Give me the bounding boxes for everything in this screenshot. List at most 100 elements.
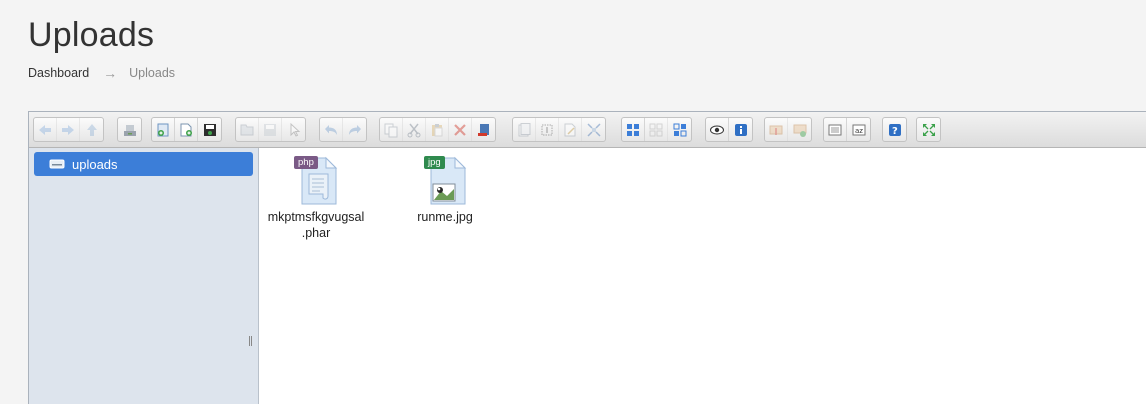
edit-button[interactable] — [559, 118, 582, 141]
resize-icon — [586, 122, 601, 137]
select-button[interactable] — [282, 118, 305, 141]
toolbar-group-clipboard — [379, 117, 496, 142]
redo-button[interactable] — [343, 118, 366, 141]
list-view-icon — [828, 124, 842, 135]
toolbar-group-fullscreen — [916, 117, 941, 142]
copy-icon — [384, 123, 398, 137]
svg-text:?: ? — [892, 126, 898, 137]
forward-button[interactable] — [57, 118, 80, 141]
toolbar-group-open — [235, 117, 306, 142]
home-button[interactable] — [118, 118, 141, 141]
file-list: php mkptmsfkgvugsal .phar jpg runme.jpg — [260, 148, 1146, 404]
toolbar-group-inspect — [705, 117, 753, 142]
extract-button[interactable] — [765, 118, 788, 141]
tree-item-label: uploads — [72, 156, 118, 172]
new-file-icon — [180, 123, 192, 136]
archive-icon — [793, 124, 806, 137]
back-button[interactable] — [34, 118, 57, 141]
extract-icon — [769, 125, 783, 135]
duplicate-icon — [518, 122, 531, 136]
upload-button[interactable] — [152, 118, 175, 141]
toolbar-group-edit — [512, 117, 606, 142]
rename-button[interactable] — [536, 118, 559, 141]
toolbar-group-archive — [764, 117, 812, 142]
select-icon — [290, 122, 300, 137]
paste-icon — [432, 123, 443, 136]
list-view-button[interactable] — [824, 118, 847, 141]
save-icon — [203, 123, 216, 136]
invert-selection-button[interactable] — [668, 118, 691, 141]
page-title: Uploads — [28, 16, 155, 54]
copy-button[interactable] — [380, 118, 403, 141]
help-icon: ? — [888, 123, 901, 137]
breadcrumb-current: Uploads — [129, 66, 176, 80]
sort-icon: az — [852, 124, 865, 135]
toolbar-group-create — [151, 117, 222, 142]
open-icon — [240, 124, 254, 135]
select-none-button[interactable] — [645, 118, 668, 141]
redo-icon — [348, 124, 361, 135]
edit-icon — [564, 123, 576, 136]
delete-button[interactable] — [449, 118, 472, 141]
undo-icon — [325, 124, 337, 135]
new-file-button[interactable] — [175, 118, 198, 141]
sidebar-resize-handle[interactable] — [248, 336, 254, 348]
file-type-badge: php — [294, 156, 318, 169]
fullscreen-icon — [922, 123, 935, 136]
svg-text:az: az — [855, 127, 863, 135]
breadcrumb-separator: → — [103, 65, 118, 81]
cut-icon — [407, 123, 421, 137]
invert-selection-icon — [673, 123, 686, 136]
fullscreen-button[interactable] — [917, 118, 940, 141]
delete-icon — [454, 123, 466, 136]
tree-item-uploads[interactable]: uploads — [34, 152, 253, 176]
save-button[interactable] — [198, 118, 221, 141]
resize-button[interactable] — [582, 118, 605, 141]
preview-icon — [710, 125, 724, 134]
select-all-button[interactable] — [622, 118, 645, 141]
open-button[interactable] — [236, 118, 259, 141]
select-none-icon — [649, 123, 663, 136]
cut-button[interactable] — [403, 118, 426, 141]
archive-button[interactable] — [788, 118, 811, 141]
download-icon — [264, 123, 276, 136]
rename-icon — [541, 124, 553, 135]
empty-button[interactable] — [472, 118, 495, 141]
toolbar-group-home — [117, 117, 142, 142]
file-type-badge: jpg — [424, 156, 445, 169]
toolbar-group-help: ? — [882, 117, 907, 142]
drive-icon — [49, 159, 65, 169]
forward-icon — [62, 124, 74, 135]
up-icon — [86, 123, 97, 136]
jpg-file-icon: jpg — [419, 154, 471, 206]
select-all-icon — [627, 123, 639, 136]
toolbar-group-navigation — [33, 117, 104, 142]
up-button[interactable] — [80, 118, 103, 141]
toolbar: az ? — [29, 112, 1146, 148]
help-button[interactable]: ? — [883, 118, 906, 141]
paste-button[interactable] — [426, 118, 449, 141]
toolbar-group-layout: az — [823, 117, 871, 142]
back-icon — [39, 124, 51, 135]
duplicate-button[interactable] — [513, 118, 536, 141]
file-item[interactable]: jpg runme.jpg — [390, 154, 500, 225]
toolbar-group-view — [621, 117, 692, 142]
file-name: runme.jpg — [417, 210, 473, 224]
upload-icon — [157, 123, 169, 136]
toolbar-group-history — [319, 117, 367, 142]
preview-button[interactable] — [706, 118, 729, 141]
download-button[interactable] — [259, 118, 282, 141]
sort-button[interactable]: az — [847, 118, 870, 141]
php-file-icon: php — [290, 154, 342, 206]
file-manager: az ? uploads php mkptmsfkgvugsal .phar j… — [28, 111, 1146, 404]
home-icon — [123, 124, 136, 136]
empty-icon — [477, 123, 489, 136]
info-button[interactable] — [729, 118, 752, 141]
info-icon — [734, 123, 747, 136]
navbar-tree: uploads — [29, 148, 259, 404]
undo-button[interactable] — [320, 118, 343, 141]
breadcrumb: Dashboard → Uploads — [28, 65, 175, 81]
breadcrumb-dashboard-link[interactable]: Dashboard — [28, 66, 89, 80]
file-name: mkptmsfkgvugsal .phar — [267, 210, 365, 240]
file-item[interactable]: php mkptmsfkgvugsal .phar — [261, 154, 371, 241]
